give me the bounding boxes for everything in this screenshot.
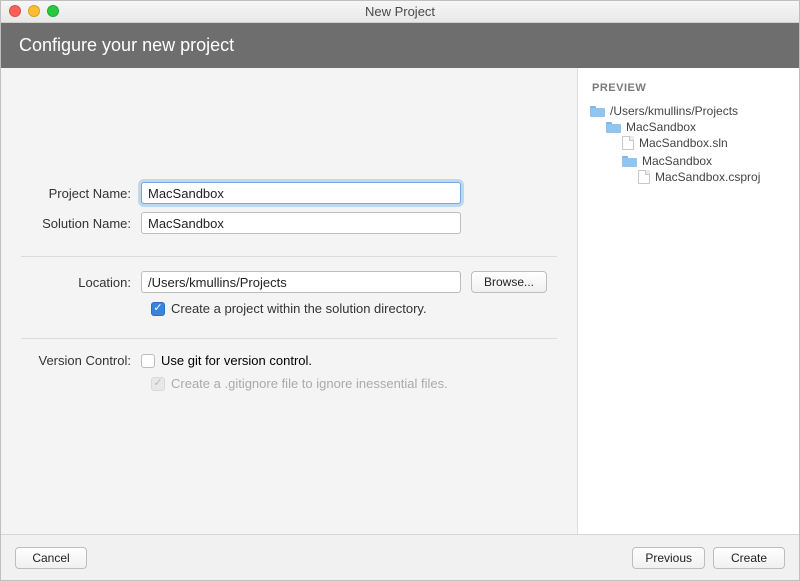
tree-solution-file-label: MacSandbox.sln bbox=[639, 136, 728, 150]
gitignore-row: ✓ Create a .gitignore file to ignore ine… bbox=[21, 376, 557, 391]
close-icon[interactable] bbox=[9, 5, 21, 17]
tree-root-label: /Users/kmullins/Projects bbox=[610, 104, 738, 118]
footer: Cancel Previous Create bbox=[1, 534, 799, 580]
version-control-row: Version Control: Use git for version con… bbox=[21, 353, 557, 368]
use-git-checkbox[interactable] bbox=[141, 354, 155, 368]
gitignore-checkbox: ✓ bbox=[151, 377, 165, 391]
file-icon bbox=[622, 136, 634, 150]
folder-icon bbox=[606, 121, 621, 133]
window-controls bbox=[9, 5, 59, 17]
solution-name-input[interactable] bbox=[141, 212, 461, 234]
titlebar: New Project bbox=[1, 1, 799, 23]
new-project-window: New Project Configure your new project P… bbox=[0, 0, 800, 581]
version-control-label: Version Control: bbox=[21, 353, 141, 368]
tree-project-folder: MacSandbox bbox=[622, 154, 789, 168]
divider bbox=[21, 256, 557, 257]
form-panel: Project Name: Solution Name: Location: B… bbox=[1, 68, 577, 534]
folder-icon bbox=[590, 105, 605, 117]
use-git-label: Use git for version control. bbox=[161, 353, 312, 368]
project-name-label: Project Name: bbox=[21, 186, 141, 201]
divider bbox=[21, 338, 557, 339]
dialog-body: Project Name: Solution Name: Location: B… bbox=[1, 68, 799, 534]
minimize-icon[interactable] bbox=[28, 5, 40, 17]
tree-solution-file: MacSandbox.sln bbox=[622, 136, 789, 150]
file-icon bbox=[638, 170, 650, 184]
gitignore-label: Create a .gitignore file to ignore iness… bbox=[171, 376, 448, 391]
project-name-row: Project Name: bbox=[21, 182, 557, 204]
solution-name-label: Solution Name: bbox=[21, 216, 141, 231]
project-name-input[interactable] bbox=[141, 182, 461, 204]
create-button[interactable]: Create bbox=[713, 547, 785, 569]
create-within-row: ✓ Create a project within the solution d… bbox=[21, 301, 557, 316]
tree-solution-folder: MacSandbox bbox=[606, 120, 789, 134]
window-title: New Project bbox=[1, 4, 799, 19]
location-input[interactable] bbox=[141, 271, 461, 293]
page-header: Configure your new project bbox=[1, 23, 799, 68]
tree-project-file: MacSandbox.csproj bbox=[638, 170, 789, 184]
create-within-checkbox[interactable]: ✓ bbox=[151, 302, 165, 316]
browse-button[interactable]: Browse... bbox=[471, 271, 547, 293]
tree-root: /Users/kmullins/Projects bbox=[590, 104, 789, 118]
create-within-label: Create a project within the solution dir… bbox=[171, 301, 427, 316]
tree-project-folder-label: MacSandbox bbox=[642, 154, 712, 168]
preview-panel: PREVIEW /Users/kmullins/Projects Mac bbox=[577, 68, 799, 534]
location-row: Location: Browse... bbox=[21, 271, 557, 293]
location-label: Location: bbox=[21, 275, 141, 290]
preview-title: PREVIEW bbox=[588, 82, 789, 94]
preview-tree: /Users/kmullins/Projects MacSandbox bbox=[588, 102, 789, 192]
tree-project-file-label: MacSandbox.csproj bbox=[655, 170, 760, 184]
folder-icon bbox=[622, 155, 637, 167]
solution-name-row: Solution Name: bbox=[21, 212, 557, 234]
page-title: Configure your new project bbox=[19, 35, 234, 55]
cancel-button[interactable]: Cancel bbox=[15, 547, 87, 569]
tree-solution-folder-label: MacSandbox bbox=[626, 120, 696, 134]
zoom-icon[interactable] bbox=[47, 5, 59, 17]
previous-button[interactable]: Previous bbox=[632, 547, 705, 569]
